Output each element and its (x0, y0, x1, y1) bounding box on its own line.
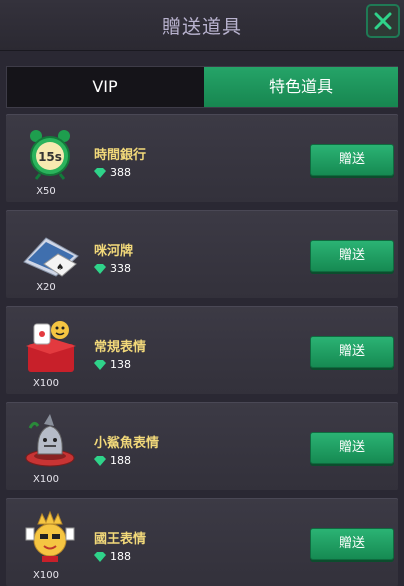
tab-vip[interactable]: VIP (7, 67, 203, 107)
diamond-icon (94, 456, 106, 466)
gift-button[interactable]: 贈送 (310, 336, 394, 368)
page-title: 贈送道具 (161, 16, 242, 38)
item-name: 小鯊魚表情 (94, 436, 160, 451)
price-value: 138 (110, 358, 131, 371)
close-button[interactable] (366, 4, 400, 38)
item-quantity: X100 (33, 378, 59, 389)
alarm-clock-icon: 15s (20, 124, 80, 182)
item-name: 咪河牌 (94, 244, 134, 259)
emoji-pack-icon (20, 316, 80, 374)
playing-cards-icon: ♠ (20, 220, 80, 278)
diamond-icon (94, 264, 106, 274)
list-item: 15s X50 時間銀行 388 贈送 (6, 114, 398, 202)
gift-button[interactable]: 贈送 (310, 144, 394, 176)
item-quantity: X100 (33, 570, 59, 581)
price-value: 188 (110, 454, 131, 467)
list-item: X100 國王表情 188 贈送 (6, 498, 398, 586)
list-item: ♠ X20 咪河牌 338 贈送 (6, 210, 398, 298)
shark-emoji-icon (20, 412, 80, 470)
list-item: X100 小鯊魚表情 188 贈送 (6, 402, 398, 490)
gift-button[interactable]: 贈送 (310, 528, 394, 560)
close-icon (374, 12, 392, 30)
svg-text:♠: ♠ (56, 263, 64, 273)
king-emoji-icon (20, 508, 80, 566)
diamond-icon (94, 552, 106, 562)
gift-button[interactable]: 贈送 (310, 432, 394, 464)
diamond-icon (94, 360, 106, 370)
price-value: 388 (110, 166, 131, 179)
item-price: 138 (94, 358, 131, 371)
item-quantity: X20 (36, 282, 56, 293)
svg-text:15s: 15s (38, 150, 62, 164)
item-price: 188 (94, 454, 131, 467)
item-price: 338 (94, 262, 131, 275)
list-item: X100 常規表情 138 贈送 (6, 306, 398, 394)
tab-special-items[interactable]: 特色道具 (204, 67, 398, 107)
item-price: 388 (94, 166, 131, 179)
tab-bar: VIP 特色道具 (6, 66, 398, 108)
price-value: 188 (110, 550, 131, 563)
price-value: 338 (110, 262, 131, 275)
diamond-icon (94, 168, 106, 178)
item-quantity: X100 (33, 474, 59, 485)
gift-button[interactable]: 贈送 (310, 240, 394, 272)
item-name: 常規表情 (94, 340, 147, 355)
item-price: 188 (94, 550, 131, 563)
header-bar: 贈送道具 (0, 0, 404, 51)
item-name: 時間銀行 (94, 148, 147, 163)
item-name: 國王表情 (94, 532, 147, 547)
item-quantity: X50 (36, 186, 56, 197)
